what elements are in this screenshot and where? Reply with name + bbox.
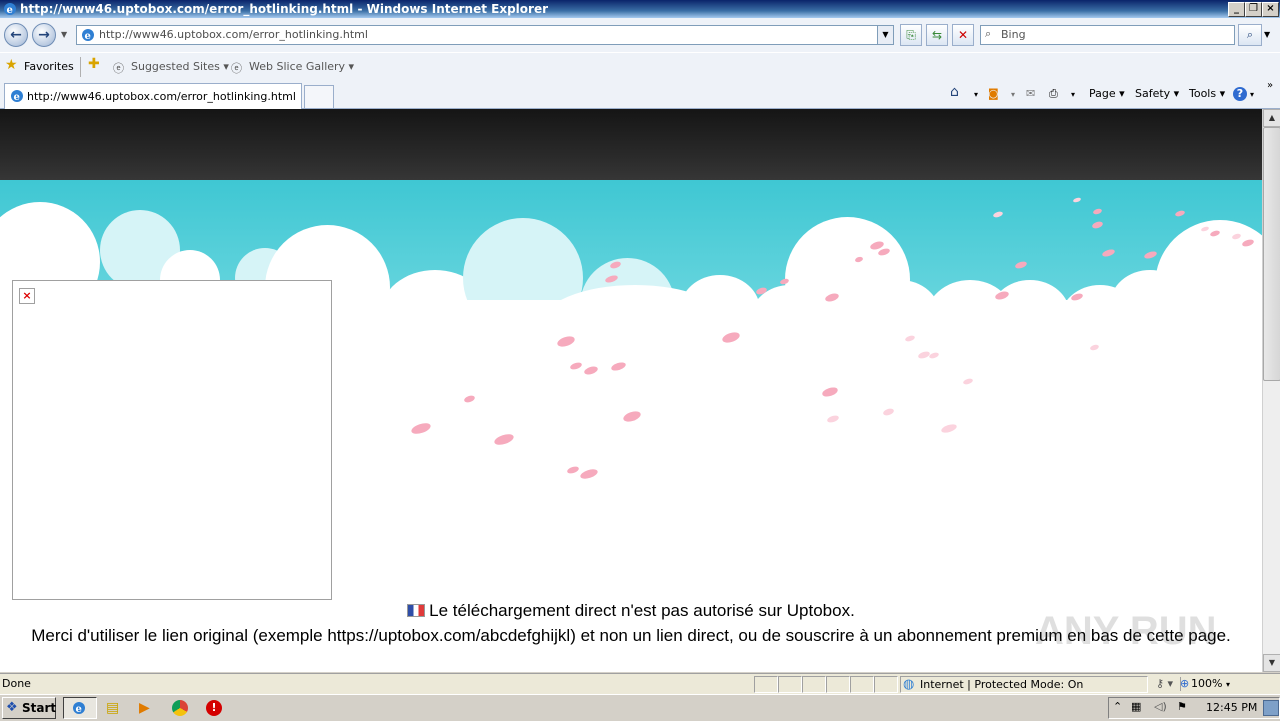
volume-icon[interactable]: ◁) bbox=[1154, 700, 1167, 713]
zone-text: Internet | Protected Mode: On bbox=[920, 678, 1084, 691]
show-desktop-button[interactable] bbox=[1263, 700, 1279, 716]
restore-button[interactable]: ❐ bbox=[1245, 2, 1262, 17]
search-button[interactable]: ⌕ bbox=[1238, 24, 1262, 46]
tab-favicon-icon: e bbox=[11, 90, 23, 103]
close-button[interactable]: × bbox=[1262, 2, 1279, 17]
address-dropdown-button[interactable]: ▼ bbox=[877, 26, 893, 44]
svg-text:e: e bbox=[7, 5, 13, 16]
suggested-sites-link[interactable]: Suggested Sites ▾ bbox=[131, 60, 229, 73]
home-icon[interactable]: ⌂ bbox=[950, 84, 959, 100]
window-titlebar[interactable]: e http://www46.uptobox.com/error_hotlink… bbox=[0, 0, 1280, 18]
system-tray: ⌃ ▦ ◁) ⚑ 12:45 PM bbox=[1108, 697, 1280, 719]
back-button[interactable]: ← bbox=[4, 23, 28, 47]
clock: 12:45 PM bbox=[1206, 701, 1258, 714]
compatibility-view-button[interactable]: ⎘ bbox=[900, 24, 922, 46]
print-dropdown-icon[interactable]: ▾ bbox=[1071, 90, 1075, 99]
print-icon[interactable]: ⎙ bbox=[1049, 87, 1058, 101]
safety-menu[interactable]: Safety ▾ bbox=[1135, 87, 1179, 100]
feeds-dropdown-icon[interactable]: ▾ bbox=[1011, 90, 1015, 99]
start-button[interactable]: ❖ Start bbox=[2, 697, 56, 719]
separator bbox=[80, 57, 81, 77]
search-options-icon[interactable]: ▼ bbox=[1264, 30, 1270, 39]
mail-icon[interactable]: ✉ bbox=[1026, 87, 1035, 100]
header-band bbox=[0, 109, 1262, 180]
search-input[interactable]: ⌕ Bing bbox=[980, 25, 1235, 45]
security-zone[interactable]: ◍ Internet | Protected Mode: On bbox=[900, 676, 1148, 693]
history-dropdown-icon[interactable]: ▼ bbox=[61, 30, 67, 39]
address-text: http://www46.uptobox.com/error_hotlinkin… bbox=[99, 28, 368, 41]
action-center-icon[interactable]: ⚑ bbox=[1177, 700, 1187, 713]
svg-text:e: e bbox=[14, 92, 20, 103]
explorer-icon[interactable]: ▤ bbox=[106, 700, 122, 716]
chrome-icon[interactable] bbox=[172, 700, 188, 716]
tools-menu[interactable]: Tools ▾ bbox=[1189, 87, 1225, 100]
tab-active[interactable]: e http://www46.uptobox.com/error_hotlink… bbox=[4, 83, 302, 109]
help-dropdown-icon[interactable]: ▾ bbox=[1250, 90, 1254, 99]
refresh-button[interactable]: ⇆ bbox=[926, 24, 948, 46]
favorites-star-icon: ★ bbox=[5, 57, 18, 73]
windows-logo-icon: ❖ bbox=[6, 700, 18, 715]
search-icon: ⌕ bbox=[985, 27, 992, 40]
stop-button[interactable]: ✕ bbox=[952, 24, 974, 46]
scroll-down-button[interactable]: ▼ bbox=[1263, 654, 1280, 672]
suggested-sites-icon: ⓔ bbox=[113, 62, 124, 75]
globe-icon: ◍ bbox=[903, 677, 915, 692]
status-bar: Done ◍ Internet | Protected Mode: On ⚷ ▾… bbox=[0, 673, 1280, 694]
status-text: Done bbox=[2, 677, 31, 690]
minimize-button[interactable]: _ bbox=[1228, 2, 1245, 17]
new-tab-button[interactable] bbox=[304, 85, 334, 108]
window-title: http://www46.uptobox.com/error_hotlinkin… bbox=[20, 2, 549, 16]
forward-button[interactable]: → bbox=[32, 23, 56, 47]
svg-text:e: e bbox=[85, 31, 91, 42]
scroll-up-button[interactable]: ▲ bbox=[1263, 109, 1280, 127]
web-slice-icon: ⓔ bbox=[231, 62, 242, 75]
protected-mode-icon[interactable]: ⚷ ▾ bbox=[1156, 677, 1173, 690]
taskbar bbox=[0, 694, 1280, 721]
network-icon[interactable]: ▦ bbox=[1131, 700, 1141, 713]
media-player-icon[interactable]: ▶ bbox=[139, 700, 155, 716]
page-icon: e bbox=[82, 29, 94, 42]
tab-label: http://www46.uptobox.com/error_hotlinkin… bbox=[27, 90, 296, 103]
svg-text:e: e bbox=[76, 704, 82, 715]
ie-icon: e bbox=[73, 702, 85, 715]
add-favorites-icon[interactable]: ✚ bbox=[88, 56, 100, 72]
help-icon[interactable]: ? bbox=[1233, 87, 1247, 101]
vertical-scrollbar[interactable]: ▲ ▼ bbox=[1262, 109, 1280, 672]
search-placeholder: Bing bbox=[1001, 28, 1026, 41]
page-menu[interactable]: Page ▾ bbox=[1089, 87, 1125, 100]
tray-expand-icon[interactable]: ⌃ bbox=[1113, 700, 1122, 713]
chevron-more-icon[interactable]: » bbox=[1267, 80, 1273, 91]
feeds-icon[interactable]: ◙ bbox=[988, 87, 999, 100]
scroll-thumb[interactable] bbox=[1263, 127, 1280, 381]
ie-logo-icon: e bbox=[4, 3, 16, 16]
address-bar[interactable]: e http://www46.uptobox.com/error_hotlink… bbox=[76, 25, 894, 45]
favorites-button[interactable]: Favorites bbox=[24, 60, 74, 73]
zoom-icon: ⊕ bbox=[1180, 677, 1190, 690]
web-slice-gallery-link[interactable]: Web Slice Gallery ▾ bbox=[249, 60, 354, 73]
zoom-level[interactable]: 100% ▾ bbox=[1191, 677, 1230, 690]
french-flag-icon bbox=[407, 604, 426, 617]
favorites-bar: ★ Favorites ✚ ⓔ Suggested Sites ▾ ⓔ Web … bbox=[0, 52, 1280, 81]
broken-image-placeholder: × bbox=[12, 280, 332, 600]
anyrun-watermark: ANY RUN bbox=[1035, 609, 1217, 653]
home-dropdown-icon[interactable]: ▾ bbox=[974, 90, 978, 99]
broken-image-icon: × bbox=[19, 288, 35, 304]
security-app-icon[interactable]: ! bbox=[206, 700, 222, 716]
taskbar-ie-button[interactable]: e bbox=[63, 697, 97, 719]
page-viewport[interactable]: × Le téléchargement direct n'est pas aut… bbox=[0, 109, 1262, 672]
